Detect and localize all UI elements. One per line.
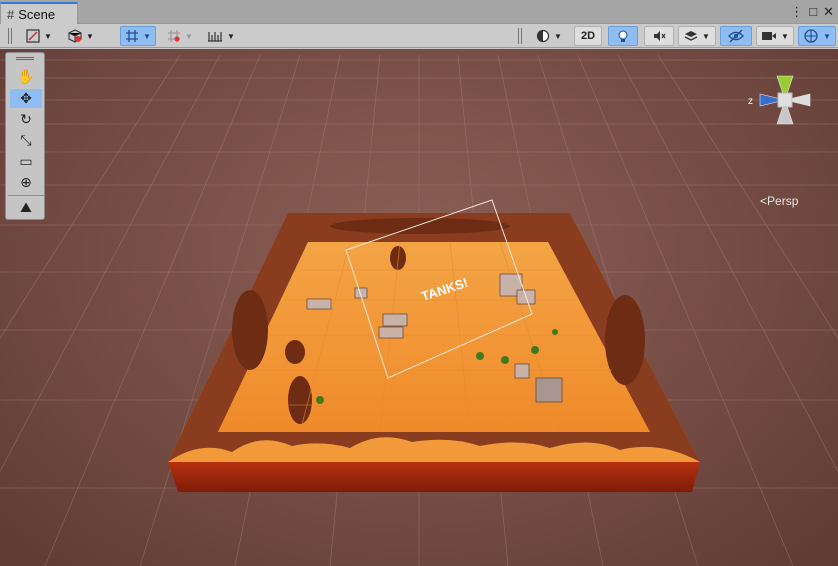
- chevron-down-icon: ▼: [143, 31, 151, 41]
- chevron-down-icon: ▼: [781, 31, 789, 41]
- custom-tool-icon: ⛰: [20, 199, 32, 215]
- tools-overlay: ✋ ✥ ↻ ⤡ ▭ ⊕ ⛰: [5, 52, 45, 220]
- scene-visibility-toggle[interactable]: [720, 26, 752, 46]
- mode-2d-button[interactable]: 2D: [574, 26, 602, 46]
- terrain-base: [168, 462, 700, 492]
- effects-dropdown[interactable]: ▼: [678, 26, 716, 46]
- grid-hash-icon: #: [7, 6, 15, 22]
- tab-bar: # Scene ⋮ □ ✕: [0, 0, 838, 24]
- custom-tool-button[interactable]: ⛰: [10, 198, 42, 217]
- tool-separator: [8, 195, 44, 196]
- window-controls: ⋮ □ ✕: [790, 4, 834, 20]
- scene-tab[interactable]: # Scene: [0, 2, 78, 24]
- move-tool-icon: ✥: [20, 90, 32, 106]
- rotate-tool-button[interactable]: ↻: [10, 110, 42, 129]
- audio-toggle[interactable]: [644, 26, 674, 46]
- grid-snap-icon: [126, 30, 139, 42]
- ruler-dropdown[interactable]: ▼: [202, 26, 240, 46]
- orientation-gizmo[interactable]: z: [745, 58, 835, 168]
- rect-tool-button[interactable]: ▭: [10, 152, 42, 171]
- ruler-icon: [208, 32, 223, 42]
- kebab-menu-icon[interactable]: ⋮: [790, 4, 803, 20]
- layers-effects-icon: [684, 31, 698, 41]
- camera-icon: [762, 32, 777, 40]
- gizmos-dropdown[interactable]: ▼: [798, 26, 836, 46]
- grid-snap-toggle[interactable]: ▼: [120, 26, 156, 46]
- scene-toolbar: ▼ ▼ ▼ ▼ ▼ ▼ 2D ▼ ▼ ▼: [0, 24, 838, 48]
- chevron-down-icon: ▼: [86, 31, 94, 41]
- move-tool-button[interactable]: ✥: [10, 89, 42, 108]
- chevron-down-icon: ▼: [44, 31, 52, 41]
- chevron-down-icon: ▼: [554, 31, 562, 41]
- scale-tool-icon: ⤡: [20, 132, 32, 148]
- scene-viewport[interactable]: TANKS! <Persp: [0, 49, 838, 566]
- projection-label[interactable]: <Persp: [760, 194, 798, 208]
- rect-tool-icon: ▭: [19, 153, 33, 169]
- draw-mode-icon: [26, 29, 40, 43]
- lighting-toggle[interactable]: [608, 26, 638, 46]
- chevron-left-icon: <: [760, 194, 768, 208]
- scale-tool-button[interactable]: ⤡: [10, 131, 42, 150]
- camera-dropdown[interactable]: ▼: [756, 26, 794, 46]
- scene-visibility-icon: [728, 29, 744, 43]
- render-mode-dropdown[interactable]: ▼: [62, 26, 100, 46]
- rotate-tool-icon: ↻: [20, 111, 32, 127]
- transform-tool-icon: ⊕: [20, 174, 32, 190]
- toolbar-grip: [518, 28, 522, 44]
- gizmos-icon: [804, 29, 818, 43]
- incremental-snap-dropdown[interactable]: ▼: [162, 26, 198, 46]
- incremental-snap-icon: [168, 30, 181, 42]
- scene-tab-title: Scene: [18, 6, 56, 22]
- close-icon[interactable]: ✕: [823, 4, 834, 20]
- axis-z-label: z: [748, 96, 753, 107]
- overlay-drag-handle[interactable]: [16, 57, 34, 60]
- chevron-down-icon: ▼: [823, 31, 831, 41]
- lightbulb-icon: [618, 30, 628, 42]
- shading-dropdown[interactable]: ▼: [530, 26, 568, 46]
- toolbar-grip: [8, 28, 12, 44]
- transform-tool-button[interactable]: ⊕: [10, 173, 42, 192]
- audio-mute-icon: [654, 31, 666, 41]
- hand-tool-button[interactable]: ✋: [10, 67, 42, 86]
- scene-render: TANKS!: [0, 54, 838, 566]
- render-cube-icon: [68, 29, 82, 43]
- chevron-down-icon: ▼: [702, 31, 710, 41]
- sphere-shading-icon: [536, 29, 550, 43]
- draw-mode-dropdown[interactable]: ▼: [20, 26, 58, 46]
- chevron-down-icon: ▼: [227, 31, 235, 41]
- maximize-icon[interactable]: □: [809, 4, 817, 20]
- hand-tool-icon: ✋: [17, 68, 35, 84]
- chevron-down-icon: ▼: [185, 31, 193, 41]
